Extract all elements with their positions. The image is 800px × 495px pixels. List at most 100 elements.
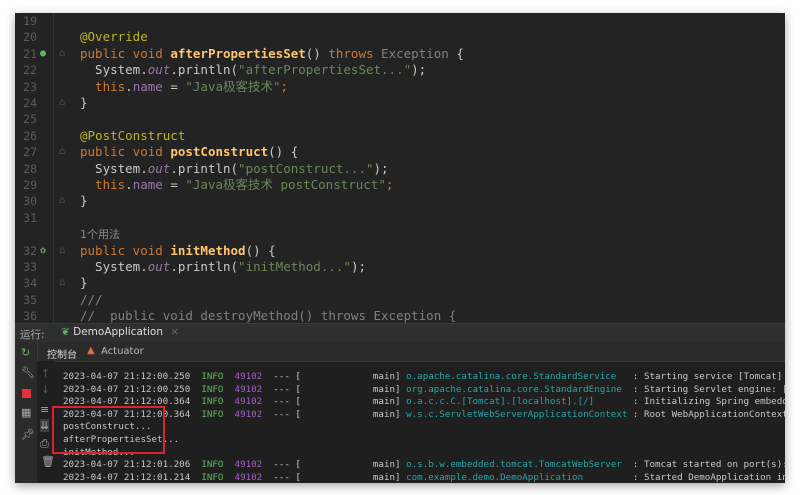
code-token: name bbox=[132, 177, 163, 192]
stop-icon[interactable] bbox=[22, 389, 31, 398]
arrow-down-icon[interactable]: ↓ bbox=[41, 383, 50, 396]
code-line: 19 bbox=[15, 13, 785, 29]
console-thread: main] bbox=[312, 371, 401, 382]
code-token: public void bbox=[80, 144, 171, 160]
console-msg: : Initializing Spring embedded WebApplic… bbox=[632, 396, 785, 408]
fold-icon[interactable]: ⌂ bbox=[59, 46, 65, 62]
code-token: afterPropertiesSet bbox=[170, 45, 306, 61]
code-text: this.name = "Java极客技术"; bbox=[80, 79, 288, 95]
code-line: 30} ⌂ bbox=[15, 193, 785, 209]
code-editor[interactable]: 19 20 @Override 21 public void afterProperti… bbox=[15, 13, 785, 323]
line-number: 31 bbox=[23, 210, 37, 225]
code-token: = bbox=[162, 177, 186, 192]
print-icon[interactable]: ⎙ bbox=[40, 437, 49, 451]
code-token: () { bbox=[268, 144, 299, 160]
code-token: out bbox=[147, 62, 171, 78]
console-msg: : Starting Servlet engine: [Apache Tomca… bbox=[632, 383, 785, 395]
pin-icon[interactable]: 📌︎ bbox=[21, 428, 35, 441]
run-tab-demoapplication[interactable]: ❦ DemoApplication × bbox=[55, 324, 186, 344]
spring-bean-icon[interactable]: ✿ bbox=[40, 243, 46, 259]
code-token: () bbox=[305, 45, 329, 61]
tab-console[interactable]: 控制台 bbox=[47, 346, 77, 361]
fold-icon[interactable]: ⌂ bbox=[59, 144, 65, 160]
code-token: this bbox=[80, 177, 126, 192]
line-number: 28 bbox=[23, 161, 37, 176]
console-thread: main] bbox=[312, 459, 401, 471]
console-sep: --- [ bbox=[273, 471, 301, 483]
code-text: } bbox=[80, 95, 88, 111]
arrow-up-icon[interactable]: ↑ bbox=[41, 367, 50, 380]
console-pid: 49102 bbox=[234, 471, 263, 483]
code-token: throws bbox=[328, 45, 382, 61]
run-side-toolbar: ↻ 🔧︎ ▦ 📌︎ bbox=[15, 342, 38, 483]
console-logger: o.apache.catalina.core.StandardService bbox=[406, 371, 628, 382]
console-line: 2023-04-07 21:12:01.214 INFO 49102 --- [… bbox=[63, 471, 785, 483]
code-token: ; bbox=[280, 78, 289, 94]
code-token: /// bbox=[80, 291, 103, 307]
code-token: ; bbox=[385, 177, 394, 192]
console-line: 2023-04-07 21:12:00.250 INFO 49102 --- [… bbox=[63, 383, 785, 396]
layout-icon[interactable]: ▦ bbox=[21, 406, 31, 419]
code-text: this.name = "Java极客技术 postConstruct"; bbox=[80, 177, 393, 193]
line-number: 24 bbox=[23, 96, 37, 110]
rerun-icon[interactable]: ↻ bbox=[21, 346, 30, 359]
code-token: } bbox=[80, 275, 88, 291]
code-token: System. bbox=[80, 259, 148, 274]
console-lvl: INFO bbox=[201, 471, 224, 483]
code-text: /// bbox=[80, 292, 103, 308]
fold-icon[interactable]: ⌂ bbox=[59, 193, 65, 209]
fold-icon[interactable]: ⌂ bbox=[59, 95, 65, 111]
console-pid: 49102 bbox=[234, 408, 263, 420]
soft-wrap-icon[interactable]: ≡ bbox=[40, 403, 49, 416]
code-token: . bbox=[125, 78, 133, 94]
code-token: @PostConstruct bbox=[80, 127, 186, 143]
line-number: 32 bbox=[23, 243, 37, 258]
line-number: 27 bbox=[23, 145, 37, 160]
code-line: 33 System.out.println("initMethod..."); bbox=[15, 259, 785, 275]
fold-icon[interactable]: ⌂ bbox=[59, 243, 65, 259]
code-text: public void initMethod() { bbox=[80, 243, 276, 259]
line-number: 26 bbox=[23, 128, 37, 143]
code-token: "postConstruct..." bbox=[238, 160, 374, 176]
scroll-to-end-icon[interactable]: ⇊ bbox=[40, 419, 50, 432]
console-msg: : Starting service [Tomcat] bbox=[627, 371, 783, 382]
code-line: 23 this.name = "Java极客技术"; bbox=[15, 79, 785, 95]
trash-icon[interactable]: 🗑︎ bbox=[41, 455, 55, 468]
code-token: .println( bbox=[170, 160, 239, 176]
spring-app-icon: ❦ bbox=[61, 326, 74, 338]
console-pid: 49102 bbox=[234, 459, 263, 471]
console-line: 2023-04-07 21:12:01.206 INFO 49102 --- [… bbox=[63, 458, 785, 471]
code-line: 25 bbox=[15, 111, 785, 127]
fold-icon[interactable]: ⌂ bbox=[59, 275, 65, 291]
line-number: 33 bbox=[23, 260, 37, 274]
console-pid: 49102 bbox=[234, 383, 263, 395]
console-lvl: INFO bbox=[201, 396, 224, 408]
code-token: () { bbox=[245, 242, 276, 258]
code-token: @Override bbox=[80, 29, 148, 45]
code-text: public void afterPropertiesSet() throws … bbox=[80, 46, 464, 62]
code-token: System. bbox=[80, 62, 148, 78]
code-token: postConstruct bbox=[170, 144, 269, 160]
code-line: 20 @Override bbox=[15, 29, 785, 45]
wrench-icon[interactable]: 🔧︎ bbox=[21, 366, 35, 379]
code-token: public void bbox=[80, 45, 171, 61]
close-icon[interactable]: × bbox=[170, 326, 179, 338]
code-text: @PostConstruct bbox=[80, 128, 185, 144]
code-text: System.out.println("afterPropertiesSet..… bbox=[80, 62, 426, 78]
code-token: } bbox=[80, 193, 88, 209]
actuator-icon: ▲ bbox=[87, 345, 95, 356]
override-marker-icon[interactable]: ● bbox=[40, 46, 46, 62]
console-thread: main] bbox=[312, 383, 401, 395]
console-lvl: INFO bbox=[201, 383, 224, 395]
console-msg: : Tomcat started on port(s): 8081 (http)… bbox=[632, 459, 785, 471]
code-token: "initMethod..." bbox=[238, 259, 351, 274]
console-logger: org.apache.catalina.core.StandardEngine bbox=[406, 383, 628, 395]
code-line: 1个用法 bbox=[15, 226, 785, 242]
highlight-box bbox=[52, 406, 165, 454]
code-line: 34} ⌂ bbox=[15, 275, 785, 291]
code-token: } bbox=[80, 95, 88, 110]
tab-actuator[interactable]: Actuator bbox=[101, 346, 144, 357]
code-token: Exception bbox=[381, 45, 457, 61]
console-lvl: INFO bbox=[201, 371, 224, 382]
code-text: System.out.println("postConstruct..."); bbox=[80, 161, 389, 177]
